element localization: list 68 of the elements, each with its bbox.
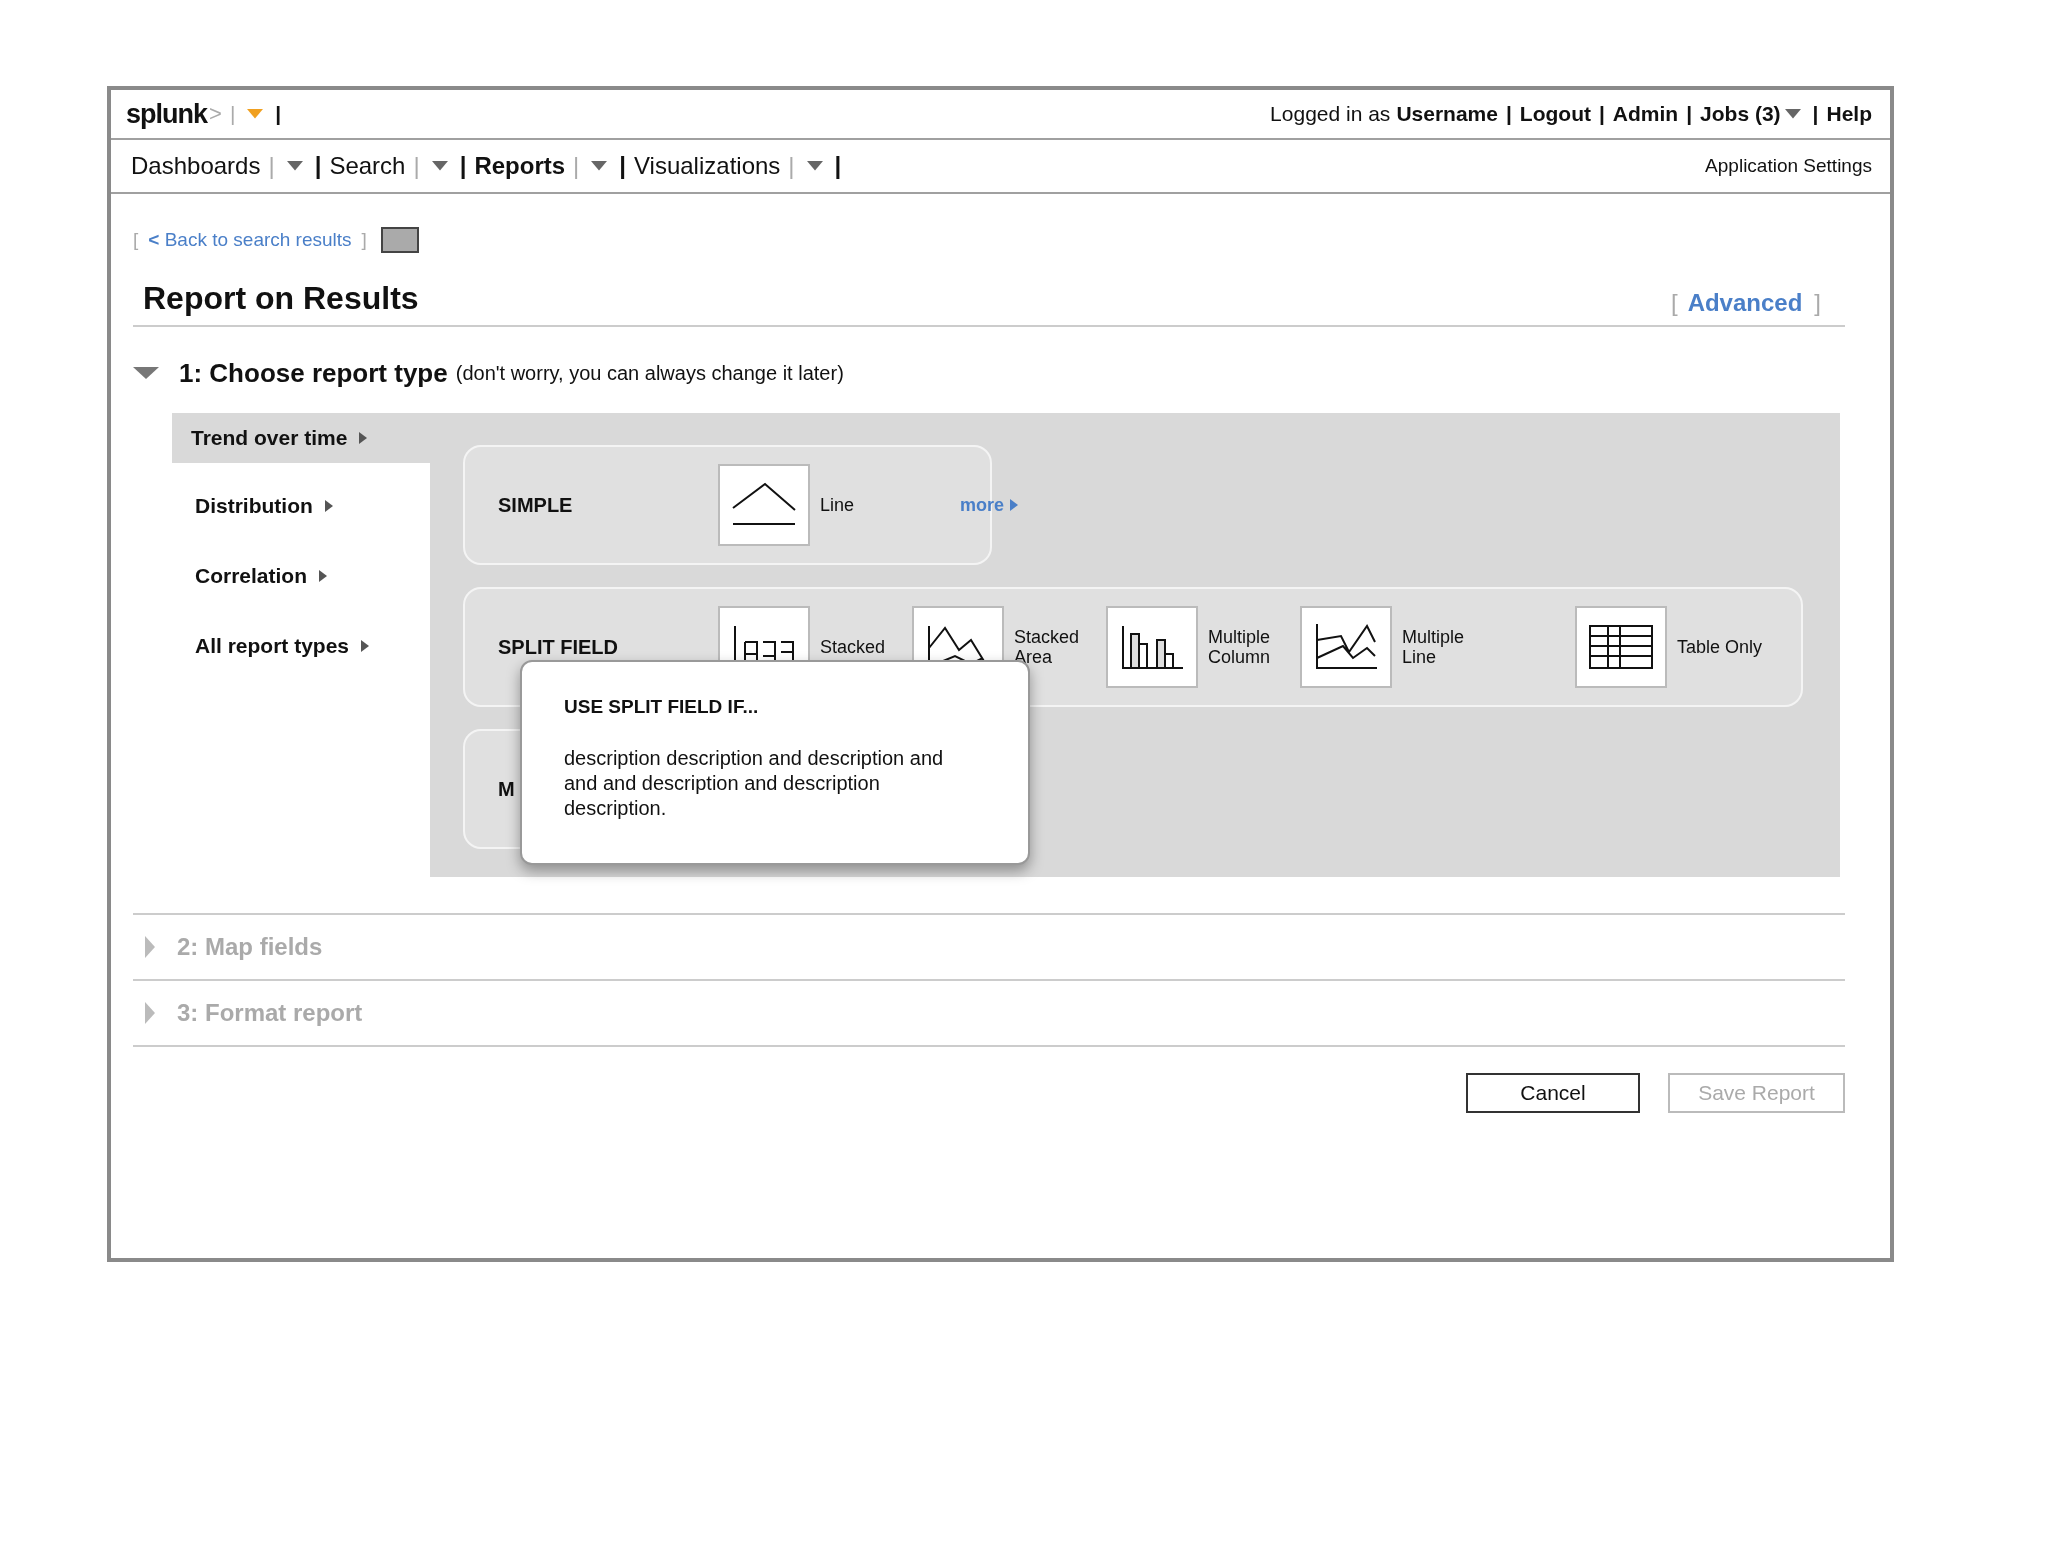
arrow-right-icon bbox=[1010, 499, 1018, 511]
separator: | bbox=[1505, 102, 1512, 126]
account-link[interactable]: Admin bbox=[1612, 102, 1679, 126]
report-type-option[interactable]: Table Only bbox=[1575, 606, 1769, 688]
account-link[interactable]: Help bbox=[1826, 102, 1872, 126]
separator: | bbox=[314, 152, 322, 180]
bracket: ] bbox=[361, 229, 367, 251]
arrow-right-icon bbox=[324, 500, 333, 512]
separator: | bbox=[413, 152, 420, 180]
category-item[interactable]: Distribution bbox=[172, 471, 430, 541]
category-label: Trend over time bbox=[191, 426, 348, 450]
settings-link[interactable]: Application Settings bbox=[1705, 155, 1872, 177]
separator: | bbox=[619, 152, 626, 180]
bracket: [ bbox=[1670, 289, 1678, 317]
table-icon bbox=[1588, 624, 1654, 670]
separator: | bbox=[1812, 102, 1819, 126]
category-item[interactable]: Trend over time bbox=[172, 413, 430, 463]
category-item[interactable]: Correlation bbox=[172, 541, 430, 611]
separator: | bbox=[229, 102, 236, 126]
separator: | bbox=[268, 152, 275, 180]
multi-line-chart-icon bbox=[1313, 622, 1379, 672]
arrow-right-icon bbox=[359, 432, 368, 444]
jobs-caret-icon[interactable] bbox=[1784, 109, 1801, 119]
report-type-option[interactable]: Multiple Column bbox=[1106, 606, 1300, 688]
login-text: Logged in as bbox=[1270, 102, 1391, 126]
category-label: All report types bbox=[195, 634, 350, 658]
category-label: Correlation bbox=[195, 564, 307, 588]
tooltip-title: USE SPLIT FIELD IF... bbox=[564, 696, 760, 718]
tooltip-text: description description and description and and and description and description description. bbox=[564, 746, 945, 821]
separator: | bbox=[834, 152, 842, 180]
logo-mark: > bbox=[209, 101, 222, 127]
nav-menu[interactable]: Reports bbox=[474, 152, 566, 180]
arrow-right-icon bbox=[319, 570, 327, 582]
step-note: (don't worry, you can always change it later) bbox=[455, 361, 844, 385]
group-label: SPLIT FIELD bbox=[498, 635, 618, 658]
menu-caret-icon[interactable] bbox=[806, 161, 823, 171]
account-link[interactable]: Logout bbox=[1519, 102, 1591, 126]
bracket: ] bbox=[1814, 289, 1821, 317]
nav-menu[interactable]: Search bbox=[329, 152, 406, 180]
category-item[interactable]: All report types bbox=[172, 611, 430, 681]
nav-menu[interactable]: Dashboards bbox=[131, 152, 261, 180]
category-label: Distribution bbox=[195, 494, 313, 518]
report-type-option[interactable]: Line bbox=[718, 464, 912, 546]
collapse-triangle-icon[interactable] bbox=[133, 367, 159, 379]
separator: | bbox=[459, 152, 467, 180]
menu-caret-icon[interactable] bbox=[431, 161, 448, 171]
separator: | bbox=[788, 152, 795, 180]
separator: | bbox=[1598, 102, 1605, 126]
step-title[interactable]: 1: Choose report type bbox=[179, 357, 448, 389]
nav-menu[interactable]: Visualizations bbox=[634, 152, 781, 180]
group-label: M bbox=[498, 777, 515, 800]
separator: | bbox=[275, 102, 282, 126]
separator: | bbox=[573, 152, 580, 180]
arrow-right-icon bbox=[361, 640, 370, 652]
account-link[interactable]: Username bbox=[1396, 102, 1498, 126]
page-title: Report on Results bbox=[143, 280, 419, 317]
cancel-button[interactable]: Cancel bbox=[1466, 1073, 1640, 1113]
report-type-option[interactable]: Multiple Line bbox=[1300, 606, 1494, 688]
separator: | bbox=[1686, 102, 1693, 126]
group-label: SIMPLE bbox=[498, 493, 573, 516]
back-link[interactable]: < Back to search results bbox=[148, 229, 352, 251]
logo[interactable]: splunk bbox=[126, 98, 207, 130]
menu-caret-icon[interactable] bbox=[591, 161, 608, 171]
bracket: [ bbox=[133, 229, 139, 251]
menu-caret-icon[interactable] bbox=[286, 161, 303, 171]
account-link[interactable]: Jobs (3) bbox=[1700, 102, 1781, 126]
rectangle-icon bbox=[380, 227, 419, 253]
advanced-link[interactable]: Advanced bbox=[1687, 289, 1803, 317]
